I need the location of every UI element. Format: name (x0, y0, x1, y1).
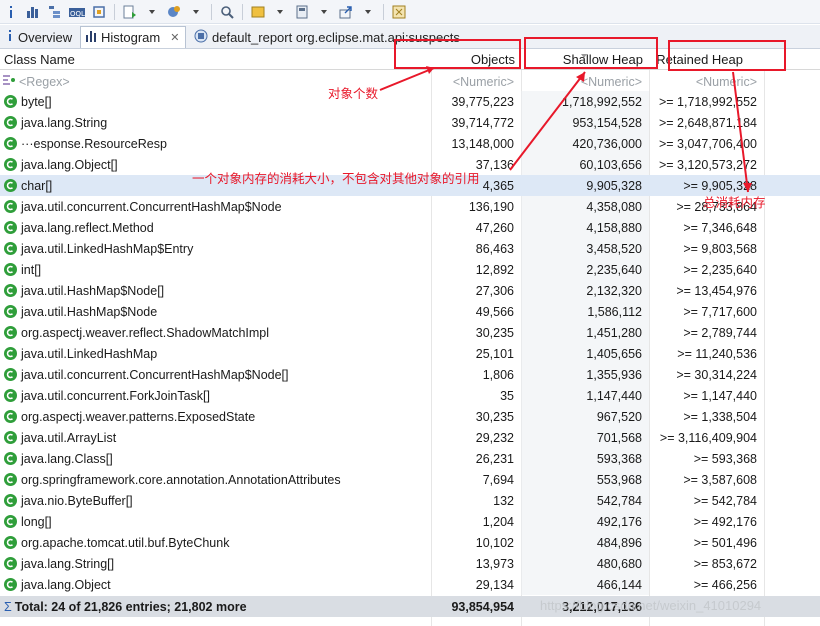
annotation-arrows (379, 66, 752, 193)
watermark: https://blog.csdn.net/weixin_41010294 (540, 598, 762, 613)
